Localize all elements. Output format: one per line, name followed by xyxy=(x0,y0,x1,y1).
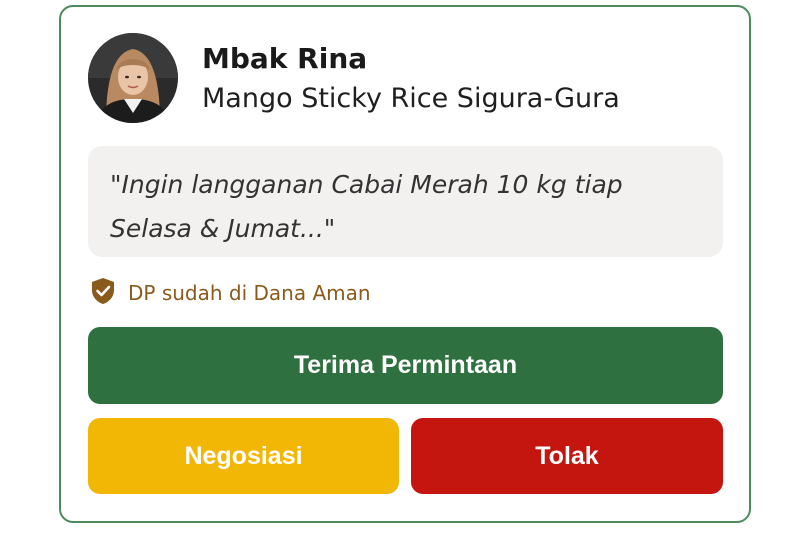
request-message-box: "Ingin langganan Cabai Merah 10 kg tiap … xyxy=(88,146,723,257)
avatar xyxy=(88,33,178,123)
escrow-status: DP sudah di Dana Aman xyxy=(90,277,371,310)
reject-button[interactable]: Tolak xyxy=(411,418,723,494)
negotiate-button[interactable]: Negosiasi xyxy=(88,418,399,494)
shield-check-icon xyxy=(90,277,116,310)
request-message-line-1: "Ingin langganan Cabai Merah 10 kg tiap xyxy=(110,170,623,199)
business-name: Mango Sticky Rice Sigura-Gura xyxy=(202,83,620,114)
customer-name: Mbak Rina xyxy=(202,42,368,75)
escrow-status-label: DP sudah di Dana Aman xyxy=(128,281,371,305)
accept-request-button[interactable]: Terima Permintaan xyxy=(88,327,723,404)
request-message-line-2: Selasa & Jumat..." xyxy=(110,214,336,243)
